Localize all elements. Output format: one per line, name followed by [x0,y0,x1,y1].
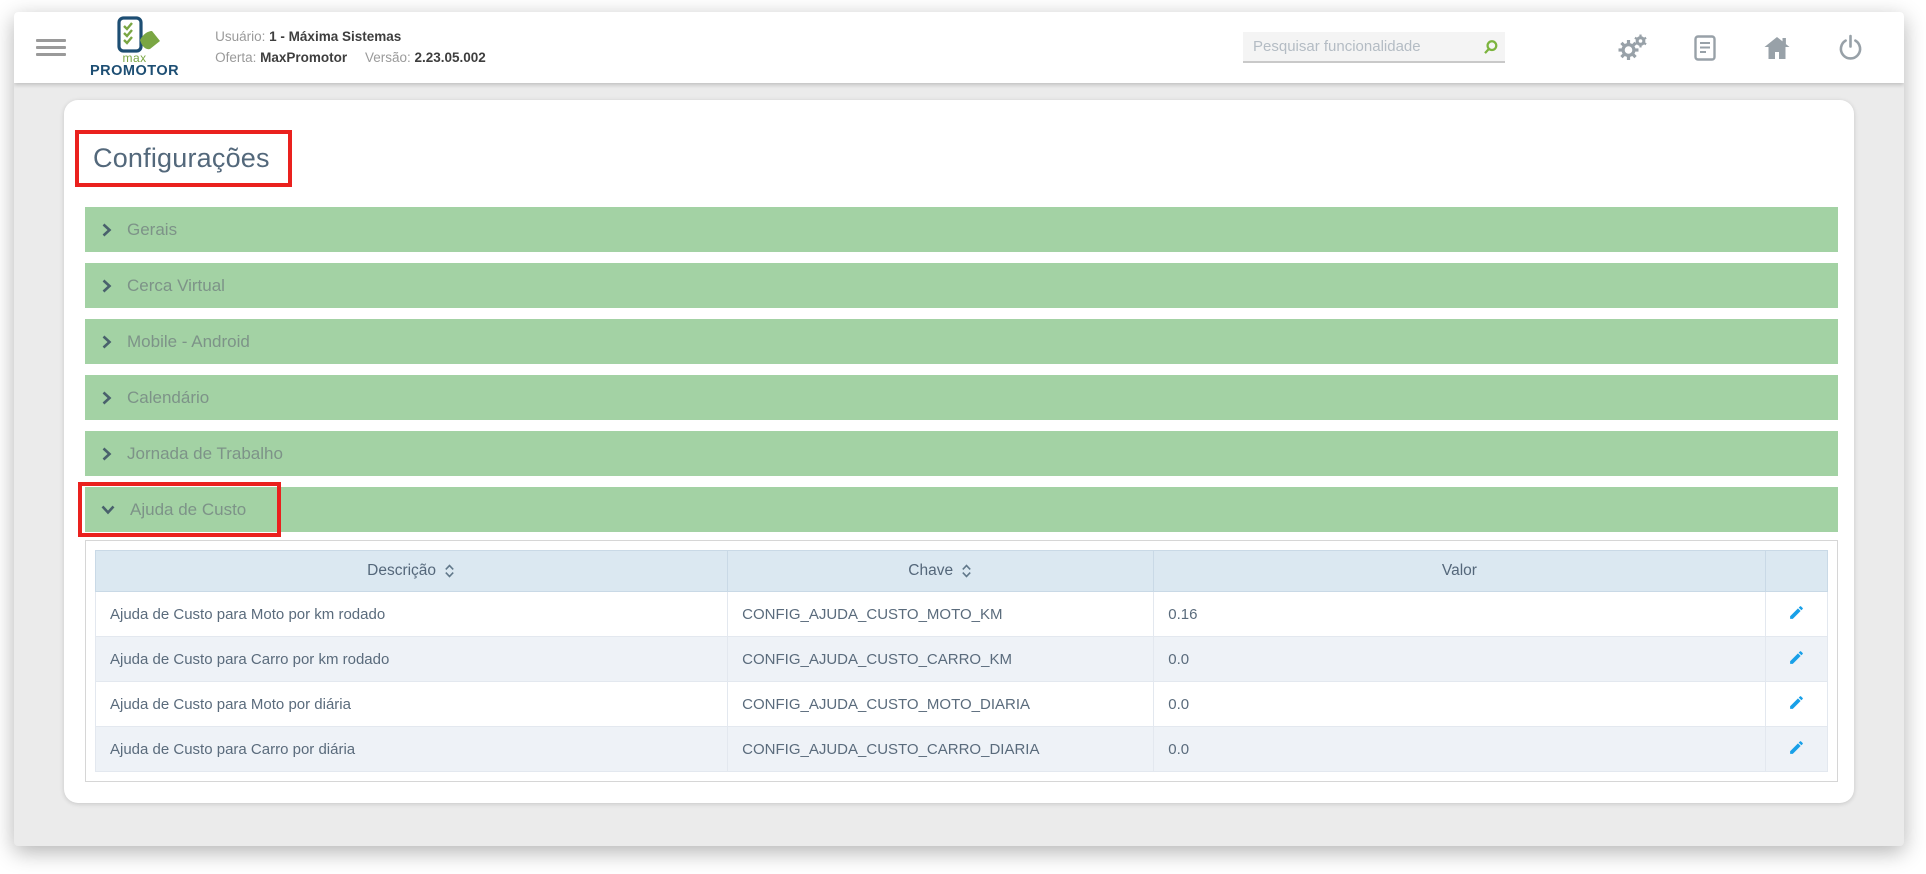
column-header-chave[interactable]: Chave [727,550,1155,592]
chevron-right-icon [101,391,112,405]
pencil-edit-icon [1789,696,1803,709]
cell-chave: CONFIG_AJUDA_CUSTO_MOTO_DIARIA [727,681,1155,727]
power-icon[interactable] [1837,34,1864,62]
cell-valor: 0.0 [1153,726,1766,772]
accordion-header-mobile-android[interactable]: Mobile - Android [85,319,1838,364]
app-logo[interactable]: max PROMOTOR [90,16,179,79]
accordion-label: Gerais [127,219,178,239]
chevron-right-icon [101,335,112,349]
page-title: Configurações [93,143,270,173]
column-header-label: Descrição [367,562,437,579]
user-label: Usuário: [215,28,266,44]
edit-row-button[interactable] [1782,600,1811,628]
document-list-icon[interactable] [1693,34,1717,62]
edit-row-button[interactable] [1782,645,1811,673]
chevron-right-icon [101,279,112,293]
edit-row-button[interactable] [1782,690,1811,718]
table-row: Ajuda de Custo para Carro por km rodado … [94,636,1829,682]
column-header-descricao[interactable]: Descrição [94,550,729,592]
edit-row-button[interactable] [1782,735,1811,763]
accordion-header-calendario[interactable]: Calendário [85,375,1838,420]
search-button[interactable] [1480,37,1501,61]
ajuda-de-custo-panel: Descrição Chave Valor Ajuda de Custo par… [85,540,1838,782]
accordion-header-jornada-de-trabalho[interactable]: Jornada de Trabalho [85,431,1838,476]
accordion-header-cerca-virtual[interactable]: Cerca Virtual [85,263,1838,308]
offer-label: Oferta: [215,49,257,65]
annotation-box-title: Configurações [75,130,292,187]
sort-icon [445,564,454,578]
logo-text-promotor: PROMOTOR [90,63,180,80]
accordion-label: Jornada de Trabalho [127,443,283,463]
table-row: Ajuda de Custo para Moto por km rodado C… [94,591,1829,637]
cell-descricao: Ajuda de Custo para Carro por km rodado [94,636,729,682]
session-info: Usuário: 1 - Máxima Sistemas Oferta: Max… [215,27,486,69]
cell-valor: 0.0 [1153,681,1766,727]
chevron-right-icon [101,223,112,237]
column-header-label: Valor [1441,562,1477,579]
table-row: Ajuda de Custo para Carro por diária CON… [94,726,1829,772]
accordion-label: Cerca Virtual [127,275,225,295]
cell-valor: 0.0 [1153,636,1766,682]
config-table: Descrição Chave Valor Ajuda de Custo par… [94,550,1829,772]
table-header-row: Descrição Chave Valor [94,550,1829,592]
user-value: 1 - Máxima Sistemas [269,28,402,44]
chevron-down-icon [101,504,115,515]
cell-valor: 0.16 [1153,591,1766,637]
hamburger-menu-icon[interactable] [36,35,66,60]
accordion-label: Ajuda de Custo [130,499,247,519]
column-header-actions [1764,550,1829,592]
cell-chave: CONFIG_AJUDA_CUSTO_MOTO_KM [727,591,1155,637]
version-value: 2.23.05.002 [414,49,486,65]
accordion-header-gerais[interactable]: Gerais [85,207,1838,252]
cell-chave: CONFIG_AJUDA_CUSTO_CARRO_KM [727,636,1155,682]
cell-descricao: Ajuda de Custo para Moto por km rodado [94,591,729,637]
cell-descricao: Ajuda de Custo para Moto por diária [94,681,729,727]
topbar: max PROMOTOR Usuário: 1 - Máxima Sistema… [14,12,1904,83]
accordion-label: Calendário [127,387,210,407]
pencil-edit-icon [1789,651,1803,664]
pencil-edit-icon [1789,606,1803,619]
sort-icon [962,564,971,578]
pencil-edit-icon [1789,741,1803,754]
column-header-label: Chave [908,562,954,579]
column-header-valor: Valor [1153,550,1766,592]
settings-gears-icon[interactable] [1617,34,1647,62]
offer-value: MaxPromotor [260,49,348,65]
home-icon[interactable] [1763,35,1791,61]
page-content: Configurações Gerais Cerca Virtual Mobil… [14,83,1904,803]
functionality-search [1243,32,1505,63]
chevron-right-icon [101,447,112,461]
content-card: Configurações Gerais Cerca Virtual Mobil… [64,100,1854,803]
cell-descricao: Ajuda de Custo para Carro por diária [94,726,729,772]
search-input[interactable] [1243,32,1505,63]
topbar-actions [1617,34,1864,62]
cell-chave: CONFIG_AJUDA_CUSTO_CARRO_DIARIA [727,726,1155,772]
accordion-header-ajuda-de-custo[interactable]: Ajuda de Custo [78,482,1838,537]
accordion-label: Mobile - Android [127,331,250,351]
table-row: Ajuda de Custo para Moto por diária CONF… [94,681,1829,727]
settings-accordion: Gerais Cerca Virtual Mobile - Android Ca… [78,207,1838,782]
app-window: max PROMOTOR Usuário: 1 - Máxima Sistema… [14,12,1904,846]
magnifier-icon [1484,40,1498,54]
version-label: Versão: [364,49,411,65]
